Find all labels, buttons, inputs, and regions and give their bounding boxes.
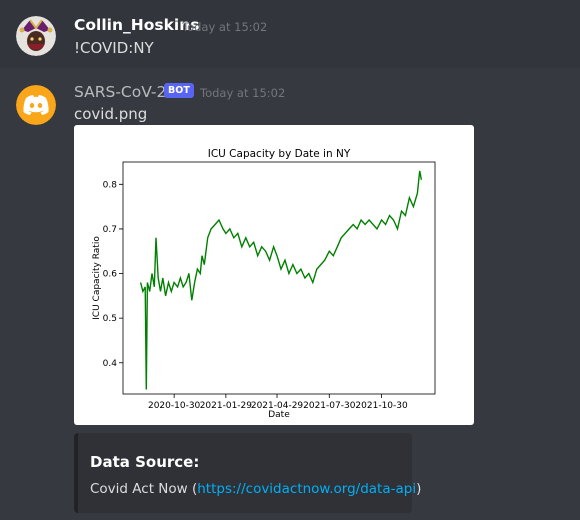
x-tick-label: 2021-01-29 [200, 401, 253, 411]
x-tick-label: 2021-07-30 [303, 401, 356, 411]
y-axis: 0.4 0.5 0.6 0.7 0.8 [103, 180, 123, 369]
y-tick-label: 0.8 [103, 180, 118, 190]
chart-title: ICU Capacity by Date in NY [208, 148, 351, 160]
y-tick-label: 0.6 [103, 270, 118, 280]
y-axis-label: ICU Capacity Ratio [92, 236, 102, 320]
message-text: !COVID:NY [74, 39, 154, 57]
x-axis-label: Date [268, 410, 290, 420]
plot-area [122, 161, 436, 395]
x-tick-label: 2021-10-30 [355, 401, 408, 411]
jester-avatar-icon[interactable] [16, 16, 56, 56]
message-timestamp: Today at 15:02 [182, 20, 268, 34]
username-collin[interactable]: Collin_Hoskins [74, 16, 199, 34]
data-source-link[interactable]: https://covidactnow.org/data-api [197, 481, 416, 497]
discord-logo-icon[interactable] [16, 85, 56, 125]
embed-description: Covid Act Now (https://covidactnow.org/d… [90, 481, 421, 497]
y-tick-label: 0.5 [103, 314, 117, 324]
x-axis: 2020-10-30 2021-01-292021-04-29 2021-07-30… [148, 394, 408, 411]
embed-description-prefix: Covid Act Now ( [90, 481, 198, 497]
username-bot[interactable]: SARS-CoV-2 [74, 83, 166, 101]
embed-title: Data Source: [90, 453, 200, 471]
y-tick-label: 0.4 [103, 359, 118, 369]
y-tick-label: 0.7 [103, 225, 117, 235]
attachment-filename[interactable]: covid.png [74, 105, 147, 123]
chart-image[interactable]: ICU Capacity by Date in NY 0.4 0.5 0.6 0.7 0… [74, 125, 474, 425]
chart-svg: ICU Capacity by Date in NY 0.40.50.60.70… [92, 148, 436, 420]
embed-card: Data Source: Covid Act Now (https://covi… [74, 433, 421, 513]
embed-description-suffix: ) [416, 481, 422, 497]
message-collin: Collin_Hoskins Today at 15:02 !COVID:NY [0, 0, 580, 68]
x-tick-label: 2020-10-30 [148, 401, 201, 411]
message-timestamp: Today at 15:02 [200, 86, 286, 100]
bot-badge: BOT [164, 83, 194, 98]
